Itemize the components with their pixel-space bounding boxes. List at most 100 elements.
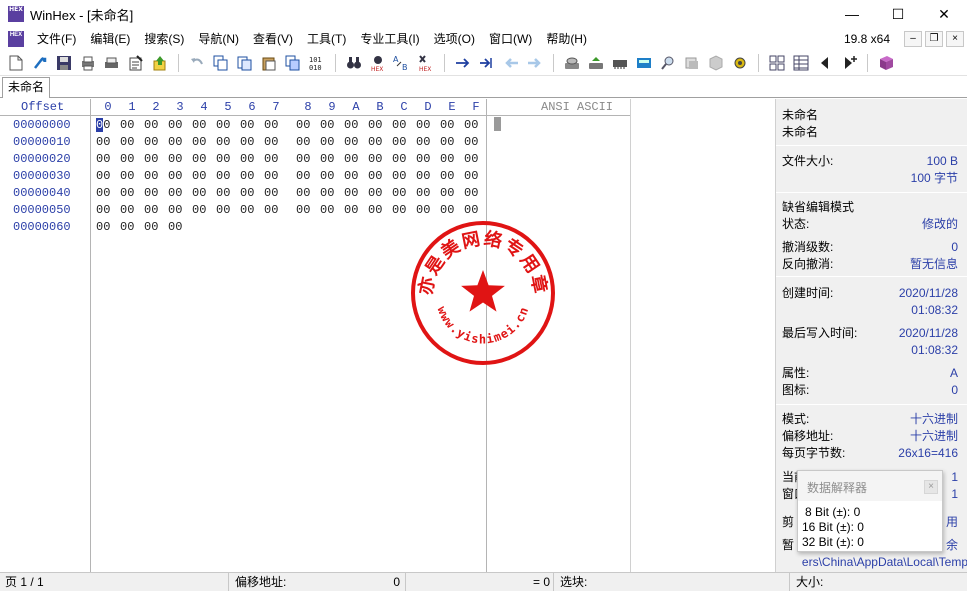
bookmark-icon[interactable]	[706, 53, 726, 73]
hex-byte[interactable]: 00	[168, 151, 186, 168]
hex-byte[interactable]: 00	[416, 168, 434, 185]
hex-byte[interactable]: 00	[320, 117, 338, 134]
hex-byte[interactable]: 00	[416, 151, 434, 168]
prev-icon[interactable]	[815, 53, 835, 73]
document-tab[interactable]: 未命名	[2, 77, 51, 98]
hex-byte[interactable]: 00	[392, 202, 410, 219]
replace-icon[interactable]: AB	[392, 53, 412, 73]
save-icon[interactable]	[54, 53, 74, 73]
menu-search[interactable]: 搜索(S)	[137, 28, 191, 50]
hex-byte[interactable]: 00	[368, 202, 386, 219]
winhex-menu-icon[interactable]: HEX	[8, 31, 24, 47]
hex-byte[interactable]: 00	[416, 134, 434, 151]
settings-icon[interactable]	[730, 53, 750, 73]
hex-byte[interactable]: 00	[192, 134, 210, 151]
hex-byte[interactable]: 00	[240, 168, 258, 185]
hex-byte[interactable]: 00	[368, 151, 386, 168]
hex-byte[interactable]: 00	[168, 185, 186, 202]
hex-byte[interactable]: 00	[144, 151, 162, 168]
hex-byte[interactable]: 00	[344, 185, 362, 202]
hex-byte[interactable]: 00	[96, 219, 114, 236]
hex-byte[interactable]: 00	[296, 117, 314, 134]
hex-byte[interactable]: 00	[320, 134, 338, 151]
maximize-button[interactable]: ☐	[875, 0, 921, 28]
menu-window[interactable]: 窗口(W)	[482, 28, 539, 50]
hex-byte[interactable]: 00	[264, 151, 282, 168]
hex-byte[interactable]: 00	[368, 134, 386, 151]
hex-byte[interactable]: 00	[96, 185, 114, 202]
grid-icon[interactable]	[767, 53, 787, 73]
print-setup-icon[interactable]	[102, 53, 122, 73]
book-icon[interactable]	[876, 53, 896, 73]
hex-byte[interactable]: 00	[344, 134, 362, 151]
copy-hex-icon[interactable]: 101 010	[307, 53, 327, 73]
hash-icon[interactable]	[682, 53, 702, 73]
hex-byte[interactable]: 00	[320, 151, 338, 168]
minimize-button[interactable]: —	[829, 0, 875, 28]
hex-byte[interactable]: 00	[344, 117, 362, 134]
hex-byte[interactable]: 00	[416, 117, 434, 134]
next-icon[interactable]	[839, 53, 859, 73]
hex-byte[interactable]: 00	[192, 117, 210, 134]
data-interpreter-window[interactable]: 数据解释器 × 8 Bit (±): 0 16 Bit (±): 0 32 Bi…	[797, 470, 943, 552]
hex-byte-cursor[interactable]: 00	[96, 117, 114, 134]
hex-byte[interactable]: 00	[264, 168, 282, 185]
hex-byte[interactable]: 00	[264, 202, 282, 219]
menu-options[interactable]: 选项(O)	[427, 28, 482, 50]
data-interpreter-titlebar[interactable]: 数据解释器 ×	[798, 471, 942, 501]
hex-byte[interactable]: 00	[368, 185, 386, 202]
hex-byte[interactable]: 00	[96, 151, 114, 168]
hex-byte[interactable]: 00	[440, 151, 458, 168]
ram-icon[interactable]	[610, 53, 630, 73]
hex-byte[interactable]: 00	[240, 151, 258, 168]
hex-byte[interactable]: 00	[368, 168, 386, 185]
open-icon[interactable]	[30, 53, 50, 73]
hex-byte[interactable]: 00	[240, 202, 258, 219]
hex-byte[interactable]: 00	[192, 202, 210, 219]
menu-navigation[interactable]: 导航(N)	[191, 28, 246, 50]
print-icon[interactable]	[78, 53, 98, 73]
hex-byte[interactable]: 00	[440, 202, 458, 219]
hex-byte[interactable]: 00	[120, 168, 138, 185]
hex-byte[interactable]: 00	[392, 134, 410, 151]
hex-byte[interactable]: 00	[464, 117, 482, 134]
find-hex-icon[interactable]: HEX	[368, 53, 388, 73]
replace-hex-icon[interactable]: HEX	[416, 53, 436, 73]
hex-byte[interactable]: 00	[216, 202, 234, 219]
hex-byte[interactable]: 00	[192, 168, 210, 185]
hex-byte[interactable]: 00	[296, 151, 314, 168]
hex-byte[interactable]: 00	[96, 202, 114, 219]
hex-byte[interactable]: 00	[344, 168, 362, 185]
back-icon[interactable]	[501, 53, 521, 73]
export-icon[interactable]	[150, 53, 170, 73]
menu-edit[interactable]: 编辑(E)	[83, 28, 137, 50]
hex-byte[interactable]: 00	[144, 185, 162, 202]
hex-byte[interactable]: 00	[296, 168, 314, 185]
menu-tools[interactable]: 工具(T)	[300, 28, 353, 50]
hex-byte[interactable]: 00	[120, 151, 138, 168]
hex-byte[interactable]: 00	[440, 134, 458, 151]
hex-byte[interactable]: 00	[392, 185, 410, 202]
hex-byte[interactable]: 00	[464, 151, 482, 168]
hex-byte[interactable]: 00	[120, 134, 138, 151]
hex-byte[interactable]: 00	[264, 117, 282, 134]
hex-byte[interactable]: 00	[296, 134, 314, 151]
hex-byte[interactable]: 00	[464, 202, 482, 219]
hex-byte[interactable]: 00	[464, 134, 482, 151]
paste-icon[interactable]	[259, 53, 279, 73]
hex-byte[interactable]: 00	[464, 168, 482, 185]
hex-byte[interactable]: 00	[96, 134, 114, 151]
hex-byte[interactable]: 00	[192, 185, 210, 202]
hex-byte[interactable]: 00	[320, 202, 338, 219]
hex-byte[interactable]: 00	[344, 151, 362, 168]
menu-file[interactable]: 文件(F)	[30, 28, 83, 50]
hex-byte[interactable]: 00	[440, 117, 458, 134]
cut-icon[interactable]	[235, 53, 255, 73]
hex-byte[interactable]: 00	[416, 202, 434, 219]
hex-byte[interactable]: 00	[144, 168, 162, 185]
paste-write-icon[interactable]	[283, 53, 303, 73]
copy-icon[interactable]	[211, 53, 231, 73]
new-icon[interactable]	[6, 53, 26, 73]
hex-byte[interactable]: 00	[120, 185, 138, 202]
hex-byte[interactable]: 00	[192, 151, 210, 168]
